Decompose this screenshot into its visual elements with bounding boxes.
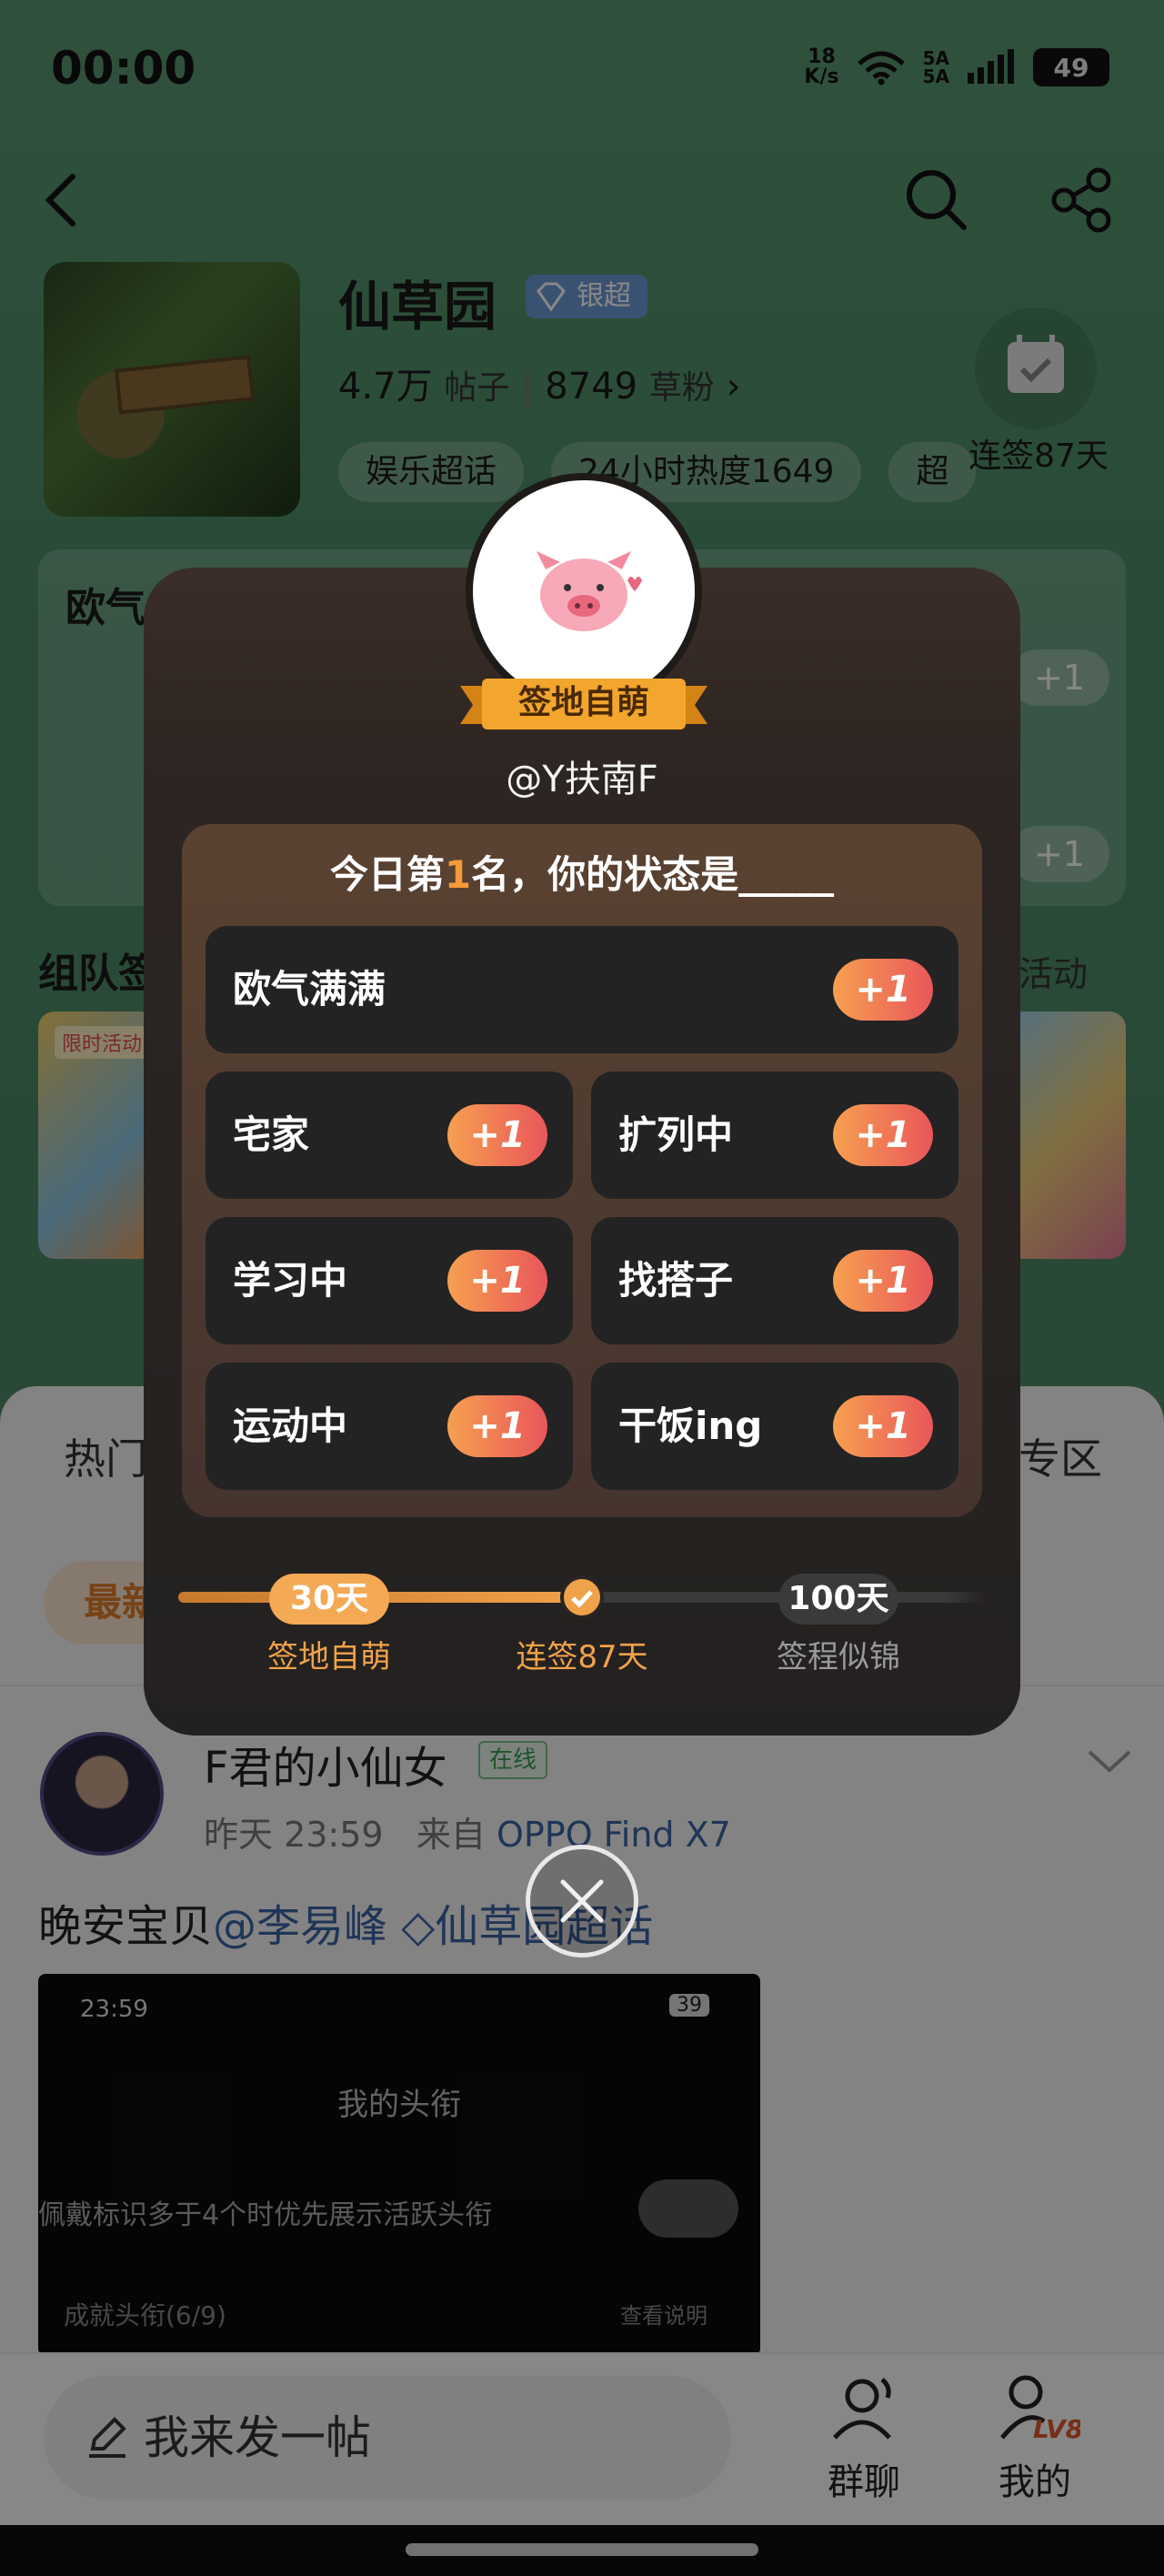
milestone-label: 签地自萌 <box>267 1639 391 1675</box>
status-option[interactable]: 扩列中 +1 <box>591 1072 958 1199</box>
milestone-pill: 30天 <box>269 1574 389 1625</box>
status-option[interactable]: 宅家 +1 <box>206 1072 573 1199</box>
milestone-label: 连签87天 <box>516 1639 648 1675</box>
close-icon <box>560 1879 604 1923</box>
user-avatar <box>466 473 702 709</box>
pig-avatar-icon <box>537 551 642 631</box>
plus-one-button[interactable]: +1 <box>833 959 933 1021</box>
plus-one-button[interactable]: +1 <box>833 1395 933 1457</box>
checkmark-icon <box>571 1590 593 1608</box>
status-option-label: 欧气满满 <box>233 967 386 1011</box>
username: @Y扶南F <box>506 759 658 800</box>
status-option-label: 宅家 <box>233 1112 310 1157</box>
status-option-label: 找搭子 <box>618 1258 734 1303</box>
milestone-label: 签程似锦 <box>777 1639 900 1675</box>
status-option-label: 干饭ing <box>618 1404 763 1448</box>
status-prompt: 今日第1名，你的状态是_____ <box>0 844 1164 900</box>
status-option[interactable]: 运动中 +1 <box>206 1363 573 1490</box>
status-option[interactable]: 学习中 +1 <box>206 1217 573 1344</box>
title-ribbon-text: 签地自萌 <box>517 684 649 721</box>
status-option-label: 扩列中 <box>618 1112 734 1157</box>
plus-one-button[interactable]: +1 <box>447 1104 547 1166</box>
status-option-label: 运动中 <box>233 1404 348 1448</box>
status-option[interactable]: 找搭子 +1 <box>591 1217 958 1344</box>
plus-one-button[interactable]: +1 <box>447 1250 547 1312</box>
close-button[interactable] <box>526 1845 638 1957</box>
milestone-pill: 100天 <box>778 1574 898 1625</box>
status-option[interactable]: 欧气满满 +1 <box>206 926 958 1053</box>
prompt-suffix: 名，你的状态是_____ <box>471 852 835 897</box>
check-icon <box>560 1575 604 1619</box>
status-option-label: 学习中 <box>233 1258 348 1303</box>
plus-one-button[interactable]: +1 <box>833 1104 933 1166</box>
prompt-rank: 1 <box>444 852 472 897</box>
prompt-prefix: 今日第 <box>329 852 445 897</box>
status-option[interactable]: 干饭ing +1 <box>591 1363 958 1490</box>
plus-one-button[interactable]: +1 <box>447 1395 547 1457</box>
plus-one-button[interactable]: +1 <box>833 1250 933 1312</box>
